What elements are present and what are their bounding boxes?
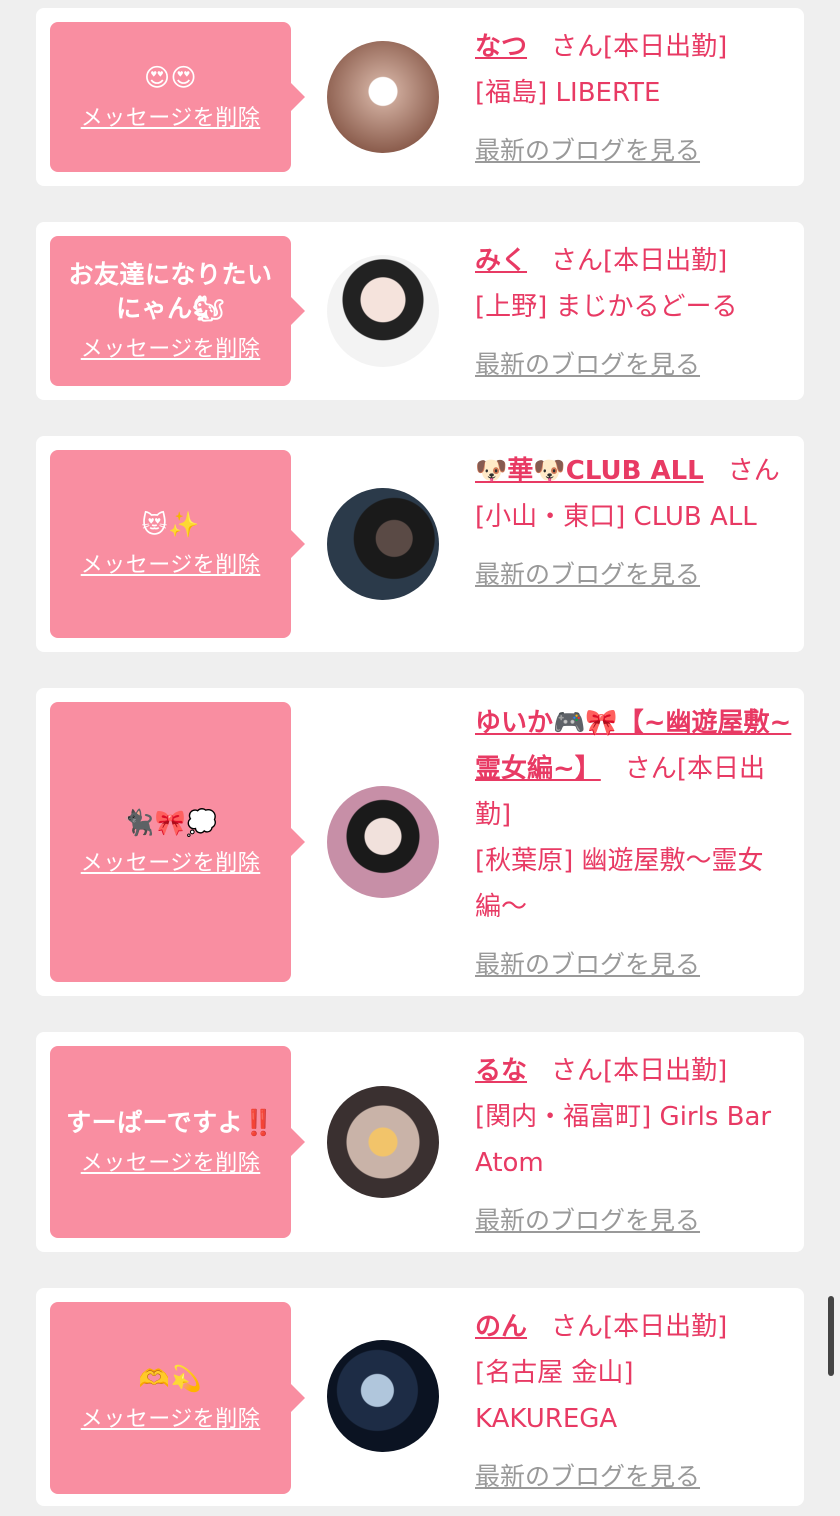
list-item: 🐈‍⬛🎀💭 メッセージを削除 ゆいか🎮🎀【~幽遊屋敷~霊女編~】 さん[本日出勤]… (36, 688, 804, 996)
latest-blog-link[interactable]: 最新のブログを見る (475, 1198, 792, 1244)
honorific: さん (551, 1312, 604, 1342)
shop-location: [小山・東口] CLUB ALL (475, 502, 757, 532)
shop-location: [名古屋 金山] KAKUREGA (475, 1358, 634, 1434)
profile-info: るな さん[本日出勤] [関内・福富町] Girls Bar Atom 最新のブロ… (475, 1048, 792, 1244)
list-item: すーぱーですよ‼️ メッセージを削除 るな さん[本日出勤] [関内・福富町] G… (36, 1032, 804, 1252)
avatar[interactable] (327, 255, 439, 367)
honorific: さん (551, 246, 604, 276)
status-badge: [本日出勤] (603, 32, 728, 62)
profile-name-link[interactable]: 🐶華🐶CLUB ALL (475, 456, 704, 486)
latest-blog-link[interactable]: 最新のブログを見る (475, 128, 792, 174)
avatar[interactable] (327, 786, 439, 898)
shop-location: [福島] LIBERTE (475, 78, 661, 108)
profile-name-link[interactable]: なつ (475, 32, 527, 62)
delete-message-link[interactable]: メッセージを削除 (81, 1150, 261, 1178)
honorific: さん (624, 754, 677, 784)
message-bubble: 🐈‍⬛🎀💭 メッセージを削除 (50, 702, 305, 982)
delete-message-link[interactable]: メッセージを削除 (81, 850, 261, 878)
profile-info: みく さん[本日出勤] [上野] まじかるどーる 最新のブログを見る (475, 238, 792, 388)
profile-name-link[interactable]: のん (475, 1312, 527, 1342)
shop-location: [秋葉原] 幽遊屋敷〜霊女編〜 (475, 846, 764, 922)
message-text: 😻✨ (141, 510, 200, 539)
delete-message-link[interactable]: メッセージを削除 (81, 552, 261, 580)
honorific: さん (551, 32, 604, 62)
message-text: 😍😍 (143, 63, 198, 92)
latest-blog-link[interactable]: 最新のブログを見る (475, 942, 792, 988)
profile-info: 🐶華🐶CLUB ALL さん [小山・東口] CLUB ALL 最新のブログを見る (475, 448, 792, 598)
avatar[interactable] (327, 1086, 439, 1198)
delete-message-link[interactable]: メッセージを削除 (81, 336, 261, 364)
profile-name-link[interactable]: みく (475, 246, 527, 276)
scrollbar[interactable] (828, 1296, 834, 1376)
list-item: お友達になりたいにゃん🐿 メッセージを削除 みく さん[本日出勤] [上野] まじ… (36, 222, 804, 400)
profile-name-link[interactable]: るな (475, 1056, 527, 1086)
profile-info: のん さん[本日出勤] [名古屋 金山] KAKUREGA 最新のブログを見る (475, 1304, 792, 1500)
status-badge: [本日出勤] (603, 1056, 728, 1086)
profile-info: ゆいか🎮🎀【~幽遊屋敷~霊女編~】 さん[本日出勤] [秋葉原] 幽遊屋敷〜霊女編… (475, 700, 792, 988)
delete-message-link[interactable]: メッセージを削除 (81, 1406, 261, 1434)
message-text: お友達になりたいにゃん🐿 (68, 260, 273, 323)
avatar[interactable] (327, 1340, 439, 1452)
latest-blog-link[interactable]: 最新のブログを見る (475, 1454, 792, 1500)
message-bubble: お友達になりたいにゃん🐿 メッセージを削除 (50, 236, 305, 386)
shop-location: [上野] まじかるどーる (475, 292, 738, 322)
latest-blog-link[interactable]: 最新のブログを見る (475, 342, 792, 388)
avatar[interactable] (327, 41, 439, 153)
avatar[interactable] (327, 488, 439, 600)
status-badge: [本日出勤] (603, 246, 728, 276)
status-badge: [本日出勤] (603, 1312, 728, 1342)
honorific: さん (551, 1056, 604, 1086)
list-item: 😍😍 メッセージを削除 なつ さん[本日出勤] [福島] LIBERTE 最新のブ… (36, 8, 804, 186)
message-text: すーぱーですよ‼️ (66, 1108, 275, 1137)
message-bubble: 😍😍 メッセージを削除 (50, 22, 305, 172)
message-text: 🫶💫 (138, 1364, 203, 1393)
latest-blog-link[interactable]: 最新のブログを見る (475, 552, 792, 598)
message-text: 🐈‍⬛🎀💭 (123, 808, 218, 837)
list-item: 😻✨ メッセージを削除 🐶華🐶CLUB ALL さん [小山・東口] CLUB A… (36, 436, 804, 652)
shop-location: [関内・福富町] Girls Bar Atom (475, 1102, 772, 1178)
delete-message-link[interactable]: メッセージを削除 (81, 105, 261, 133)
message-bubble: すーぱーですよ‼️ メッセージを削除 (50, 1046, 305, 1238)
list-item: 🫶💫 メッセージを削除 のん さん[本日出勤] [名古屋 金山] KAKUREGA… (36, 1288, 804, 1506)
profile-info: なつ さん[本日出勤] [福島] LIBERTE 最新のブログを見る (475, 24, 792, 174)
message-bubble: 🫶💫 メッセージを削除 (50, 1302, 305, 1494)
honorific: さん (727, 456, 780, 486)
message-bubble: 😻✨ メッセージを削除 (50, 450, 305, 638)
